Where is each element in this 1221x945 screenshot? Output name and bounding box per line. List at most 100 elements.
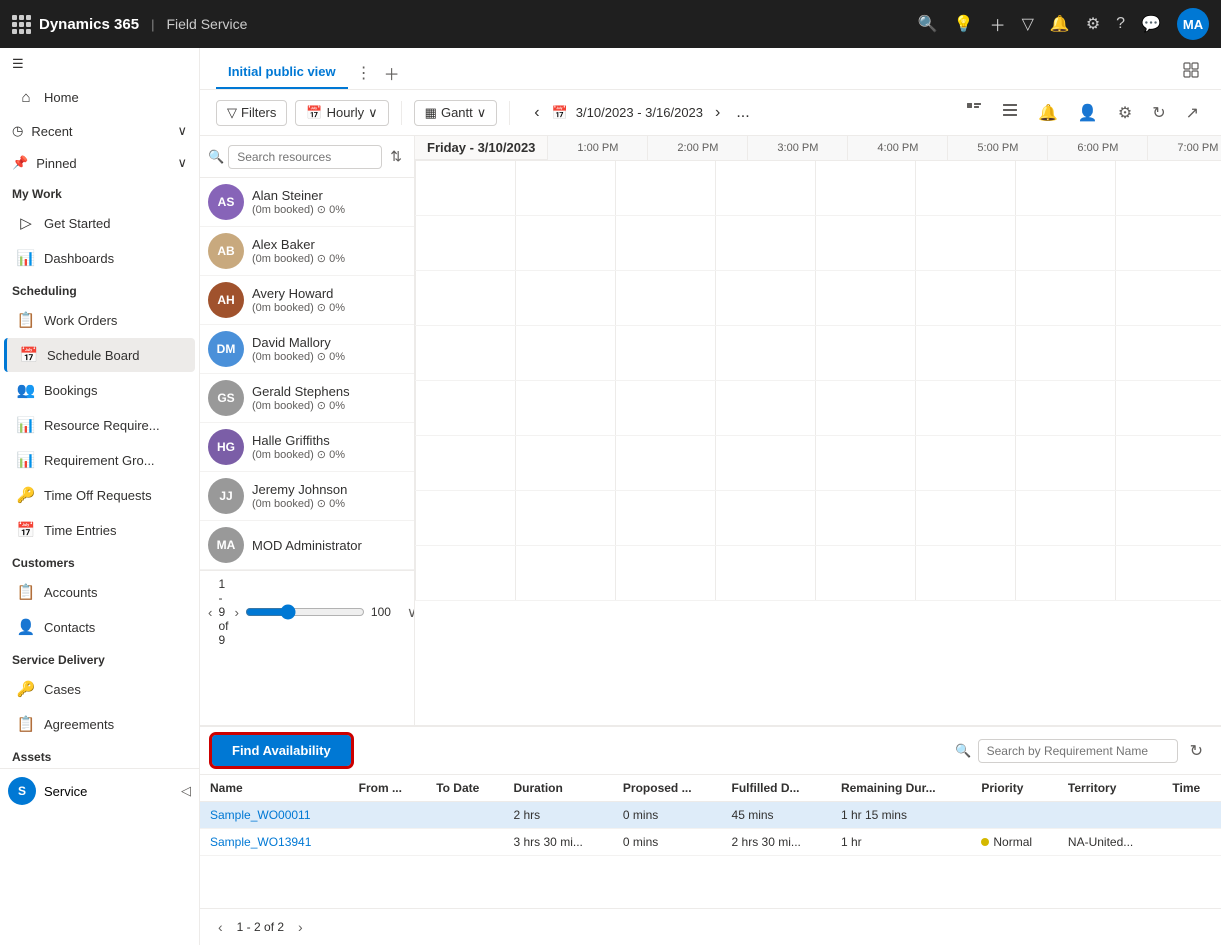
- find-availability-button[interactable]: Find Availability: [212, 735, 351, 766]
- sidebar-item-cases[interactable]: 🔑 Cases: [4, 672, 195, 706]
- board-settings-icon[interactable]: ⚙: [1112, 98, 1138, 127]
- filters-button[interactable]: ▽ Filters: [216, 100, 287, 126]
- resource-item-r4[interactable]: DM David Mallory (0m booked) ⊙ 0%: [200, 325, 414, 374]
- sidebar-item-agreements[interactable]: 📋 Agreements: [4, 707, 195, 741]
- sidebar-item-requirement-groups[interactable]: 📊 Requirement Gro...: [4, 443, 195, 477]
- gantt-cell-r6-4-00-PM[interactable]: [715, 436, 815, 490]
- resource-item-r3[interactable]: AH Avery Howard (0m booked) ⊙ 0%: [200, 276, 414, 325]
- gantt-cell-r4-8-00-PM[interactable]: [1115, 326, 1215, 380]
- gantt-cell-r4-2-00-PM[interactable]: [515, 326, 615, 380]
- chat-icon[interactable]: 💬: [1141, 14, 1161, 34]
- gantt-cell-r3-7-00-PM[interactable]: [1015, 271, 1115, 325]
- gantt-cell-r5-8-00-PM[interactable]: [1115, 381, 1215, 435]
- plus-icon[interactable]: ＋: [990, 12, 1006, 36]
- gantt-cell-r5-7-00-PM[interactable]: [1015, 381, 1115, 435]
- gantt-cell-r3-3-00-PM[interactable]: [615, 271, 715, 325]
- add-tab-button[interactable]: ＋: [380, 57, 404, 89]
- requirement-search-input[interactable]: [978, 739, 1178, 763]
- grid-view-icon[interactable]: [960, 98, 988, 127]
- gantt-cell-r3-8-00-PM[interactable]: [1115, 271, 1215, 325]
- gantt-cell-r4-1-00-PM[interactable]: [415, 326, 515, 380]
- resource-item-r1[interactable]: AS Alan Steiner (0m booked) ⊙ 0%: [200, 178, 414, 227]
- sidebar-item-accounts[interactable]: 📋 Accounts: [4, 575, 195, 609]
- gantt-cell-r1-6-00-PM[interactable]: [915, 161, 1015, 215]
- req-name-link-r1[interactable]: Sample_WO00011: [210, 808, 311, 822]
- sidebar-item-resource-requirements[interactable]: 📊 Resource Require...: [4, 408, 195, 442]
- search-icon[interactable]: 🔍: [918, 14, 938, 34]
- gantt-cell-r6-1-00-PM[interactable]: [415, 436, 515, 490]
- resource-item-r6[interactable]: HG Halle Griffiths (0m booked) ⊙ 0%: [200, 423, 414, 472]
- user-avatar[interactable]: MA: [1177, 8, 1209, 40]
- gantt-cell-r5-2-00-PM[interactable]: [515, 381, 615, 435]
- sidebar-item-work-orders[interactable]: 📋 Work Orders: [4, 303, 195, 337]
- sidebar-item-recent[interactable]: ◷ Recent ∨: [0, 115, 199, 147]
- req-next-page-button[interactable]: ›: [292, 917, 309, 937]
- gantt-cell-r7-8-00-PM[interactable]: [1115, 491, 1215, 545]
- gantt-cell-r6-8-00-PM[interactable]: [1115, 436, 1215, 490]
- gantt-cell-r4-3-00-PM[interactable]: [615, 326, 715, 380]
- sidebar-item-pinned[interactable]: 📌 Pinned ∨: [0, 147, 199, 179]
- req-name-link-r2[interactable]: Sample_WO13941: [210, 835, 311, 849]
- gantt-cell-r8-5-00-PM[interactable]: [815, 546, 915, 600]
- gantt-cell-r1-4-00-PM[interactable]: [715, 161, 815, 215]
- gantt-cell-r1-7-00-PM[interactable]: [1015, 161, 1115, 215]
- collapse-button[interactable]: ∨: [407, 604, 415, 621]
- more-options-button[interactable]: ...: [732, 100, 753, 126]
- gantt-cell-r5-4-00-PM[interactable]: [715, 381, 815, 435]
- gantt-cell-r8-3-00-PM[interactable]: [615, 546, 715, 600]
- gantt-cell-r2-4-00-PM[interactable]: [715, 216, 815, 270]
- resource-next-page-button[interactable]: ›: [234, 605, 238, 620]
- board-view-icon[interactable]: [1177, 58, 1205, 87]
- gantt-cell-r8-8-00-PM[interactable]: [1115, 546, 1215, 600]
- sidebar-item-time-entries[interactable]: 📅 Time Entries: [4, 513, 195, 547]
- gantt-cell-r7-2-00-PM[interactable]: [515, 491, 615, 545]
- sidebar-item-bookings[interactable]: 👥 Bookings: [4, 373, 195, 407]
- gantt-cell-r7-1-00-PM[interactable]: [415, 491, 515, 545]
- gantt-cell-r4-6-00-PM[interactable]: [915, 326, 1015, 380]
- bell-icon[interactable]: 🔔: [1050, 14, 1070, 34]
- gantt-cell-r5-3-00-PM[interactable]: [615, 381, 715, 435]
- app-launcher-icon[interactable]: [12, 15, 31, 34]
- gantt-cell-r2-2-00-PM[interactable]: [515, 216, 615, 270]
- gantt-cell-r3-2-00-PM[interactable]: [515, 271, 615, 325]
- gantt-cell-r3-6-00-PM[interactable]: [915, 271, 1015, 325]
- next-date-button[interactable]: ›: [711, 100, 724, 126]
- sidebar-item-contacts[interactable]: 👤 Contacts: [4, 610, 195, 644]
- sort-button[interactable]: ⇅: [386, 144, 406, 169]
- requirement-refresh-icon[interactable]: ↻: [1184, 737, 1209, 765]
- gantt-cell-r6-2-00-PM[interactable]: [515, 436, 615, 490]
- filter-icon[interactable]: ▽: [1022, 14, 1034, 34]
- gantt-cell-r6-3-00-PM[interactable]: [615, 436, 715, 490]
- sidebar-hamburger[interactable]: ☰: [0, 48, 199, 80]
- gantt-cell-r7-7-00-PM[interactable]: [1015, 491, 1115, 545]
- gantt-cell-r6-7-00-PM[interactable]: [1015, 436, 1115, 490]
- gantt-cell-r5-1-00-PM[interactable]: [415, 381, 515, 435]
- hourly-view-button[interactable]: 📅 Hourly ∨: [295, 100, 388, 126]
- gantt-cell-r8-4-00-PM[interactable]: [715, 546, 815, 600]
- tab-initial-public-view[interactable]: Initial public view: [216, 56, 348, 89]
- resource-item-r5[interactable]: GS Gerald Stephens (0m booked) ⊙ 0%: [200, 374, 414, 423]
- lightbulb-icon[interactable]: 💡: [954, 14, 974, 34]
- gantt-cell-r2-8-00-PM[interactable]: [1115, 216, 1215, 270]
- gantt-cell-r2-7-00-PM[interactable]: [1015, 216, 1115, 270]
- gantt-cell-r7-5-00-PM[interactable]: [815, 491, 915, 545]
- gantt-cell-r8-2-00-PM[interactable]: [515, 546, 615, 600]
- gantt-cell-r6-5-00-PM[interactable]: [815, 436, 915, 490]
- refresh-icon[interactable]: ↻: [1146, 98, 1171, 127]
- sidebar-item-get-started[interactable]: ▷ Get Started: [4, 206, 195, 240]
- gantt-cell-r5-6-00-PM[interactable]: [915, 381, 1015, 435]
- list-view-icon[interactable]: [996, 98, 1024, 127]
- expand-icon[interactable]: ↗: [1180, 98, 1205, 127]
- gantt-cell-r8-1-00-PM[interactable]: [415, 546, 515, 600]
- sidebar-bottom-service[interactable]: S Service ◁: [0, 768, 199, 813]
- gantt-cell-r4-7-00-PM[interactable]: [1015, 326, 1115, 380]
- add-person-icon[interactable]: 👤: [1072, 98, 1104, 127]
- tab-options-button[interactable]: ⋮: [352, 59, 376, 87]
- gantt-cell-r4-4-00-PM[interactable]: [715, 326, 815, 380]
- gantt-cell-r1-1-00-PM[interactable]: [415, 161, 515, 215]
- gantt-view-button[interactable]: ▦ Gantt ∨: [414, 100, 498, 126]
- prev-date-button[interactable]: ‹: [530, 100, 543, 126]
- gantt-cell-r3-1-00-PM[interactable]: [415, 271, 515, 325]
- sidebar-item-home[interactable]: ⌂ Home: [4, 81, 195, 114]
- gantt-cell-r6-6-00-PM[interactable]: [915, 436, 1015, 490]
